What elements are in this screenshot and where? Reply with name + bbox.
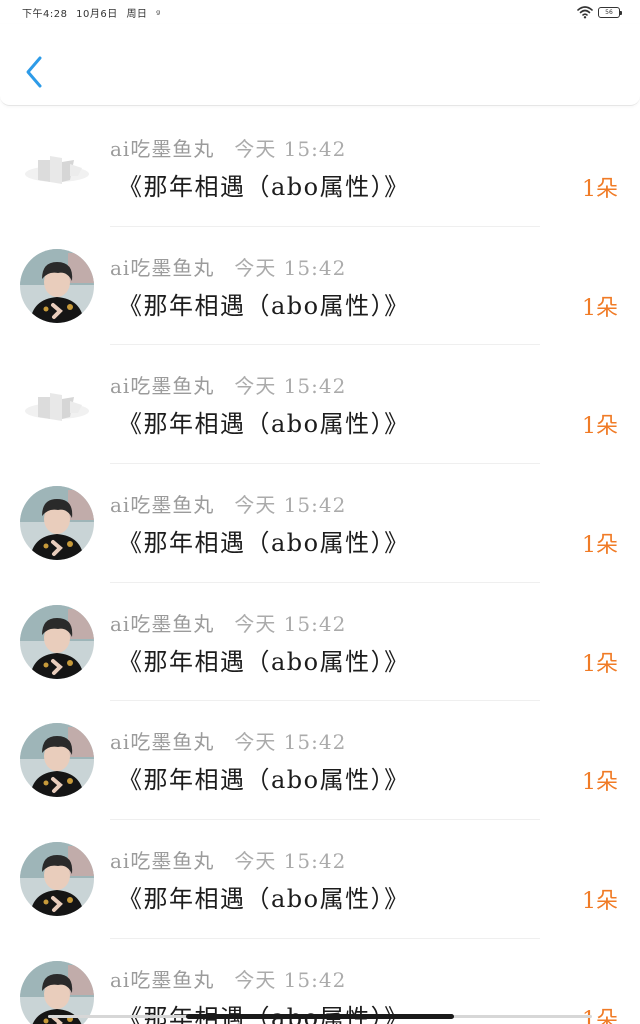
meta-line: ai吃墨鱼丸 今天 15:42 — [110, 252, 346, 281]
work-title[interactable]: 《那年相遇（abo属性）》 — [118, 523, 410, 558]
avatar-photo — [20, 842, 94, 917]
meta-line: ai吃墨鱼丸 今天 15:42 — [110, 370, 346, 399]
meta-line: ai吃墨鱼丸 今天 15:42 — [110, 726, 346, 755]
list-item[interactable]: ai吃墨鱼丸今天 15:42 《那年相遇（abo属性）》 1朵 — [0, 108, 640, 227]
timestamp: 今天 15:42 — [234, 611, 347, 636]
status-bar: 下午4:28 10月6日 周日 ᵍ 56 — [0, 0, 640, 24]
timestamp: 今天 15:42 — [234, 255, 347, 280]
timestamp: 今天 15:42 — [234, 967, 347, 992]
avatar-placeholder — [25, 156, 89, 184]
battery-icon: 56 — [598, 6, 622, 18]
list-item[interactable]: ai吃墨鱼丸今天 15:42 《那年相遇（abo属性）》 1朵 — [0, 939, 640, 1024]
list-item[interactable]: ai吃墨鱼丸今天 15:42 《那年相遇（abo属性）》 1朵 — [0, 583, 640, 702]
work-title[interactable]: 《那年相遇（abo属性）》 — [118, 760, 410, 795]
work-title[interactable]: 《那年相遇（abo属性）》 — [118, 642, 410, 677]
work-title[interactable]: 《那年相遇（abo属性）》 — [118, 286, 410, 321]
timestamp: 今天 15:42 — [234, 137, 347, 161]
flower-count: 1朵 — [582, 770, 618, 796]
list-item[interactable]: ai吃墨鱼丸今天 15:42 《那年相遇（abo属性）》 1朵 — [0, 820, 640, 939]
flower-count: 1朵 — [582, 889, 618, 915]
meta-line: ai吃墨鱼丸 今天 15:42 — [110, 489, 346, 518]
avatar[interactable] — [20, 486, 94, 561]
back-button[interactable] — [20, 52, 50, 92]
status-date: 10月6日 — [76, 9, 118, 20]
author-name[interactable]: ai吃墨鱼丸 — [110, 968, 214, 992]
avatar-photo — [20, 604, 94, 679]
author-name[interactable]: ai吃墨鱼丸 — [110, 730, 214, 754]
flower-count: 1朵 — [582, 533, 618, 559]
timestamp: 今天 15:42 — [234, 493, 347, 518]
flower-count: 1朵 — [582, 414, 618, 440]
flower-count: 1朵 — [582, 295, 618, 321]
flower-count: 1朵 — [582, 1007, 618, 1024]
meta-line: ai吃墨鱼丸 今天 15:42 — [110, 964, 346, 993]
timestamp: 今天 15:42 — [234, 730, 347, 755]
list-item[interactable]: ai吃墨鱼丸今天 15:42 《那年相遇（abo属性）》 1朵 — [0, 701, 640, 821]
work-title[interactable]: 《那年相遇（abo属性）》 — [118, 167, 410, 202]
status-left: 下午4:28 10月6日 周日 ᵍ — [22, 5, 166, 20]
avatar[interactable] — [20, 842, 94, 917]
avatar[interactable] — [20, 130, 94, 204]
chevron-left-icon — [26, 56, 42, 88]
timestamp: 今天 15:42 — [234, 849, 347, 874]
list-item[interactable]: ai吃墨鱼丸今天 15:42 《那年相遇（abo属性）》 1朵 — [0, 227, 640, 346]
work-title[interactable]: 《那年相遇（abo属性）》 — [118, 879, 410, 914]
status-right: 56 — [577, 5, 622, 19]
author-name[interactable]: ai吃墨鱼丸 — [110, 137, 214, 161]
list-item[interactable]: ai吃墨鱼丸今天 15:42 《那年相遇（abo属性）》 1朵 — [0, 464, 640, 583]
author-name[interactable]: ai吃墨鱼丸 — [110, 374, 214, 398]
author-name[interactable]: ai吃墨鱼丸 — [110, 849, 214, 873]
status-time: 下午4:28 — [22, 9, 68, 20]
list-item[interactable]: ai吃墨鱼丸今天 15:42 《那年相遇（abo属性）》 1朵 — [0, 345, 640, 465]
work-title[interactable]: 《那年相遇（abo属性）》 — [118, 998, 410, 1024]
timestamp: 今天 15:42 — [234, 374, 347, 399]
avatar-photo — [20, 248, 94, 323]
avatar-placeholder — [25, 393, 89, 422]
avatar-photo — [20, 486, 94, 561]
home-indicator[interactable] — [186, 1014, 454, 1019]
status-extra: ᵍ — [156, 9, 161, 20]
author-name[interactable]: ai吃墨鱼丸 — [110, 612, 214, 636]
status-weekday: 周日 — [126, 9, 148, 20]
header — [0, 24, 640, 106]
avatar[interactable] — [20, 248, 94, 323]
author-name[interactable]: ai吃墨鱼丸 — [110, 493, 214, 517]
avatar[interactable] — [20, 604, 94, 679]
meta-line: ai吃墨鱼丸 今天 15:42 — [110, 845, 346, 874]
avatar-photo — [20, 723, 94, 798]
flower-count: 1朵 — [582, 651, 618, 677]
gift-list: ai吃墨鱼丸 今天 15:42 《那年相遇（abo属性）》 1朵 ai吃墨鱼丸 今天… — [0, 108, 640, 1024]
flower-count: 1朵 — [582, 177, 618, 202]
avatar[interactable] — [20, 723, 94, 798]
author-name[interactable]: ai吃墨鱼丸 — [110, 256, 214, 280]
meta-line: ai吃墨鱼丸 今天 15:42 — [110, 608, 346, 637]
avatar[interactable] — [20, 367, 94, 441]
work-title[interactable]: 《那年相遇（abo属性）》 — [118, 404, 410, 439]
wifi-icon — [577, 6, 593, 19]
meta-line: ai吃墨鱼丸 今天 15:42 — [110, 133, 346, 162]
